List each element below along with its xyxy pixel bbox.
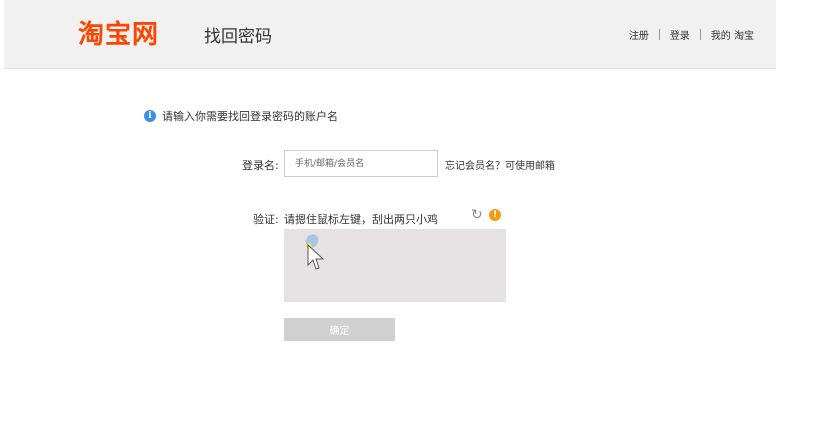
- hint-text: 请输入你需要找回登录密码的账户名: [162, 110, 338, 123]
- login-link[interactable]: 登录: [670, 27, 690, 42]
- forgot-username-link[interactable]: 忘记会员名？可使用邮箱: [445, 157, 555, 172]
- info-icon: i: [144, 110, 156, 122]
- nav-divider: [658, 29, 660, 40]
- taobao-logo[interactable]: 淘宝网: [78, 14, 159, 51]
- top-nav-links: 注册 登录 我的 淘宝: [629, 27, 754, 42]
- mouse-cursor-icon: [307, 243, 325, 270]
- login-name-label: 登录名:: [242, 159, 279, 172]
- captcha-instruction: 请摁住鼠标左键，刮出两只小鸡: [284, 213, 438, 226]
- login-name-input[interactable]: [284, 150, 438, 177]
- instruction-hint: i 请输入你需要找回登录密码的账户名: [144, 108, 338, 124]
- warning-icon[interactable]: !: [489, 209, 501, 221]
- refresh-icon[interactable]: ↻: [471, 207, 483, 223]
- captcha-label: 验证:: [253, 213, 279, 226]
- nav-divider: [699, 29, 701, 40]
- register-link[interactable]: 注册: [629, 27, 649, 42]
- page-title: 找回密码: [204, 27, 272, 47]
- my-taobao-link[interactable]: 我的 淘宝: [711, 27, 754, 42]
- confirm-button[interactable]: 确定: [284, 318, 395, 341]
- page-header: 淘宝网 找回密码 注册 登录 我的 淘宝: [4, 0, 776, 69]
